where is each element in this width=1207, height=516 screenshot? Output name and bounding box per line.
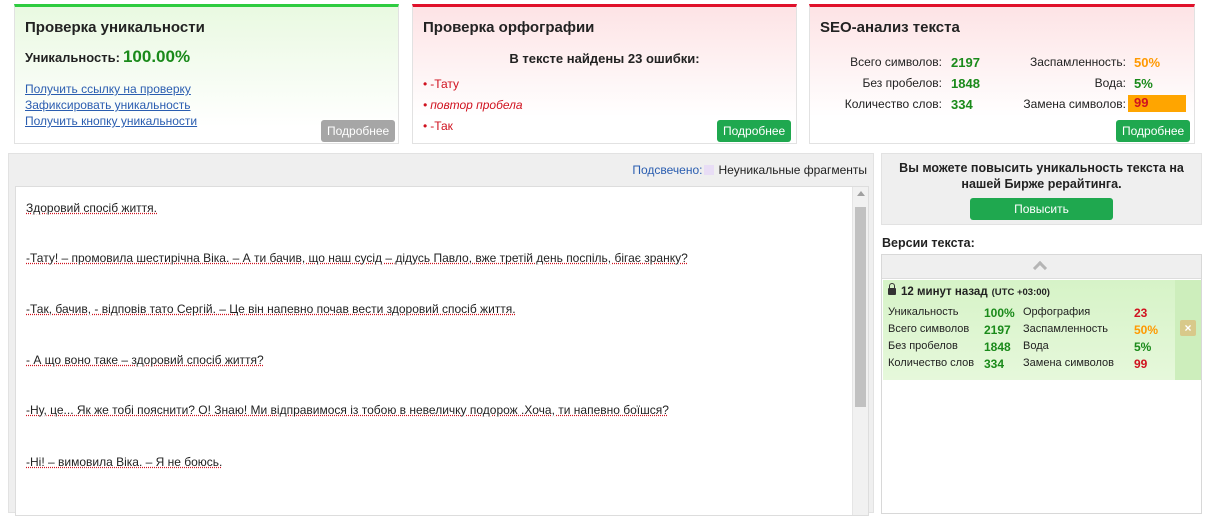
text-paragraph: -Ну, це... Як же тобі пояснити? О! Знаю!… [26, 403, 669, 417]
text-panel: Подсвечено: Неуникальные фрагменты Здоров… [8, 153, 874, 516]
version-uniqueness-label: Уникальность [888, 306, 959, 318]
text-paragraph: -Тату! – промовила шестирічна Віка. – А … [26, 251, 688, 265]
scroll-up-icon[interactable] [857, 191, 865, 196]
seo-words-label: Количество слов: [844, 97, 942, 111]
get-uniqueness-button-link[interactable]: Получить кнопку уникальности [25, 114, 197, 128]
promo-text: Вы можете повысить уникальность текста н… [899, 161, 1184, 191]
seo-card: SEO-анализ текста Всего символов: 2197 Б… [809, 4, 1195, 144]
version-header: 12 минут назад (UTC +03:00) [888, 283, 1050, 298]
version-words-value: 334 [984, 357, 1005, 371]
version-item[interactable]: 12 минут назад (UTC +03:00) Уникальность … [883, 280, 1201, 380]
seo-water-value: 5% [1134, 76, 1153, 91]
version-spam-label: Заспамленность [1023, 323, 1108, 335]
uniqueness-line: Уникальность: 100.00% [25, 47, 190, 67]
version-utc: (UTC +03:00) [991, 287, 1050, 298]
version-water-value: 5% [1134, 340, 1152, 354]
seo-no-spaces-label: Без пробелов: [862, 76, 943, 90]
versions-scroll-up[interactable] [882, 255, 1201, 279]
seo-spam-value: 50% [1134, 55, 1161, 70]
version-total-chars-label: Всего символов [888, 323, 970, 335]
seo-total-chars-value: 2197 [951, 55, 980, 70]
text-paragraph: -Так, бачив, - відповів тато Сергій. – Ц… [26, 302, 516, 316]
version-replace-value: 99 [1134, 357, 1148, 371]
version-total-chars-value: 2197 [984, 323, 1011, 337]
scroll-thumb[interactable] [855, 207, 866, 407]
non-unique-swatch-icon [704, 165, 715, 175]
version-water-label: Вода [1023, 340, 1049, 352]
uniqueness-more-button[interactable]: Подробнее [321, 120, 396, 142]
version-time: 12 минут назад [901, 286, 988, 298]
spelling-summary: В тексте найдены 23 ошибки: [509, 51, 700, 66]
bullet-icon: • [423, 119, 428, 133]
lock-icon [888, 283, 896, 295]
increase-uniqueness-button[interactable]: Повысить уникальность [970, 198, 1113, 238]
text-paragraph: - А що воно таке – здоровий спосіб життя… [26, 353, 264, 367]
uniqueness-card: Проверка уникальности Уникальность: 100.0… [14, 4, 399, 144]
spelling-card: Проверка орфографии В тексте найдены 23 … [412, 4, 797, 144]
seo-replace-value: 99 [1128, 95, 1186, 112]
version-actions: × [1175, 280, 1201, 380]
version-no-spaces-value: 1848 [984, 340, 1011, 354]
spelling-more-button[interactable]: Подробнее [717, 120, 792, 142]
rewrite-promo-panel: Вы можете повысить уникальность текста н… [881, 153, 1202, 238]
version-spelling-value: 23 [1134, 306, 1148, 320]
text-area[interactable]: Здоровий спосіб життя. -Тату! – промовил… [15, 186, 869, 516]
seo-water-label: Вода: [1094, 76, 1126, 90]
uniqueness-label: Уникальность: [25, 50, 120, 65]
spelling-error-item[interactable]: • повтор пробела [423, 98, 523, 112]
version-spelling-label: Орфография [1023, 306, 1091, 318]
legend-highlighted-label: Подсвечено: [632, 163, 703, 177]
version-replace-label: Замена символов [1023, 357, 1114, 369]
seo-replace-label: Замена символов: [1023, 97, 1126, 111]
text-paragraph: -Ні! – вимовила Віка. – Я не боюсь. [26, 455, 223, 469]
version-uniqueness-value: 100% [984, 306, 1015, 320]
chevron-up-icon [1032, 260, 1048, 276]
seo-title: SEO-анализ текста [820, 19, 960, 36]
get-check-link[interactable]: Получить ссылку на проверку [25, 82, 191, 96]
seo-total-chars-label: Всего символов: [850, 55, 942, 69]
seo-words-value: 334 [951, 97, 973, 112]
uniqueness-value: 100.00% [122, 47, 191, 66]
legend-non-unique-label: Неуникальные фрагменты [718, 163, 867, 177]
highlight-legend: Подсвечено: Неуникальные фрагменты [632, 163, 867, 177]
seo-spam-label: Заспамленность: [1029, 55, 1126, 69]
text-scrollbar[interactable] [852, 187, 868, 515]
uniqueness-title: Проверка уникальности [25, 19, 205, 36]
close-icon[interactable]: × [1180, 320, 1196, 336]
seo-more-button[interactable]: Подробнее [1116, 120, 1191, 142]
spelling-title: Проверка орфографии [423, 19, 595, 36]
version-spam-value: 50% [1134, 323, 1159, 337]
versions-title: Версии текста: [882, 236, 975, 250]
version-no-spaces-label: Без пробелов [888, 340, 958, 352]
bullet-icon: • [423, 77, 428, 91]
bullet-icon: • [423, 98, 428, 112]
versions-panel: 12 минут назад (UTC +03:00) Уникальность … [881, 254, 1202, 514]
spelling-error-item[interactable]: • -Тату [423, 77, 459, 91]
fix-uniqueness-link[interactable]: Зафиксировать уникальность [25, 98, 191, 112]
seo-no-spaces-value: 1848 [951, 76, 980, 91]
version-words-label: Количество слов [888, 357, 975, 369]
spelling-error-item[interactable]: • -Так [423, 119, 453, 133]
text-paragraph: Здоровий спосіб життя. [26, 201, 157, 215]
